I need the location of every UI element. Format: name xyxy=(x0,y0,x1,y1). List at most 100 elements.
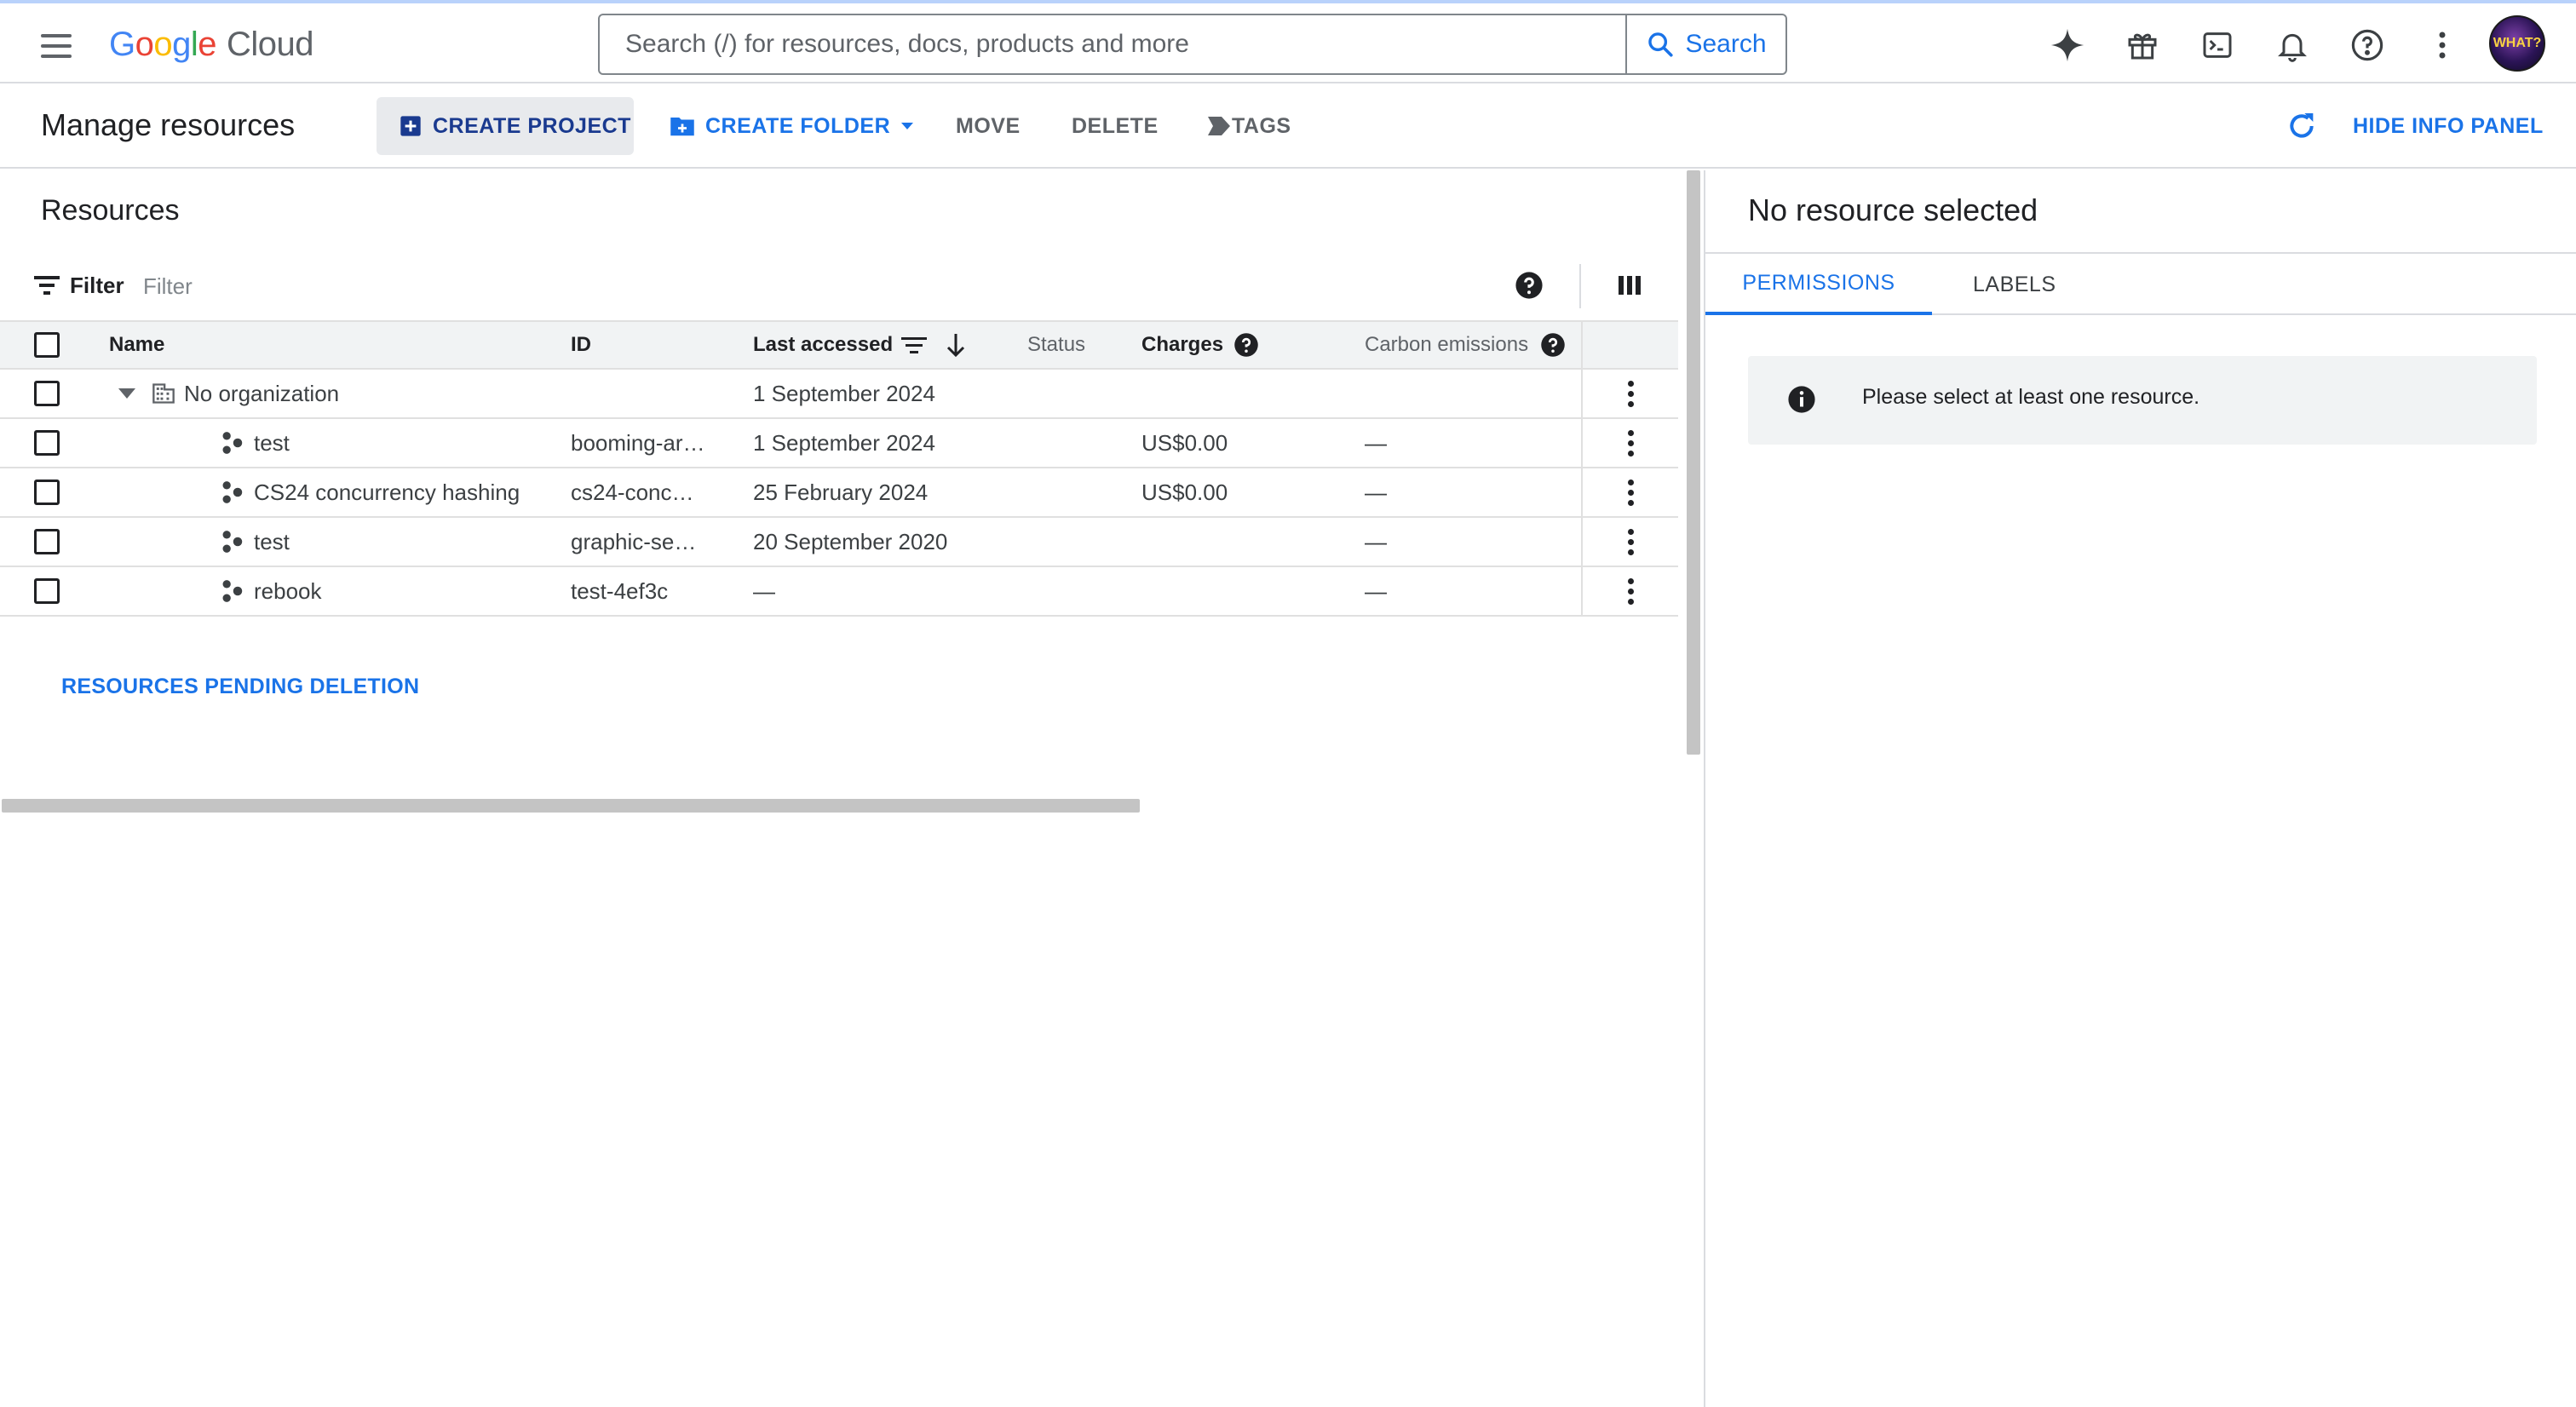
carbon-cell: — xyxy=(1365,429,1387,456)
notifications-bell-icon[interactable] xyxy=(2271,24,2314,66)
id-cell: booming-ar… xyxy=(571,429,705,456)
row-actions-menu[interactable] xyxy=(1581,567,1678,615)
table-row[interactable]: test booming-ar… 1 September 2024 US$0.0… xyxy=(0,419,1678,468)
project-icon xyxy=(222,580,243,602)
hamburger-icon[interactable] xyxy=(36,26,77,66)
more-vert-icon xyxy=(1627,380,1634,407)
column-header-status[interactable]: Status xyxy=(1027,322,1085,368)
column-display-icon[interactable] xyxy=(1617,273,1642,298)
select-all-checkbox-cell xyxy=(34,322,60,368)
table-row[interactable]: No organization 1 September 2024 xyxy=(0,370,1678,419)
row-checkbox-cell xyxy=(34,419,60,467)
create-folder-button[interactable]: CREATE FOLDER xyxy=(670,97,914,155)
resource-name-link[interactable]: No organization xyxy=(184,381,339,407)
more-vert-icon xyxy=(1627,528,1634,555)
filter-input[interactable] xyxy=(143,271,654,302)
sort-lines-icon xyxy=(901,337,928,353)
row-checkbox[interactable] xyxy=(34,480,60,505)
resource-name-link[interactable]: test xyxy=(254,529,290,555)
gift-icon[interactable] xyxy=(2121,24,2164,66)
tab-labels[interactable]: LABELS xyxy=(1973,254,2056,315)
more-vert-icon[interactable] xyxy=(2421,24,2464,66)
table-row[interactable]: rebook test-4ef3c — — xyxy=(0,567,1678,617)
tags-button[interactable]: TAGS xyxy=(1208,97,1291,155)
column-header-last-accessed[interactable]: Last accessed xyxy=(753,322,966,368)
column-header-charges[interactable]: Charges xyxy=(1141,322,1259,368)
row-actions-menu[interactable] xyxy=(1581,419,1678,467)
table-row[interactable]: CS24 concurrency hashing cs24-conc… 25 F… xyxy=(0,468,1678,518)
organization-building-icon xyxy=(152,383,175,404)
column-header-carbon-emissions[interactable]: Carbon emissions xyxy=(1365,322,1566,368)
resource-name-link[interactable]: test xyxy=(254,430,290,457)
resources-panel: Resources Filter Name ID Last accessed S… xyxy=(0,170,1700,1407)
filter-label: Filter xyxy=(70,273,124,298)
row-checkbox-cell xyxy=(34,518,60,566)
resources-table: Name ID Last accessed Status Charges Car… xyxy=(0,320,1678,617)
row-checkbox-cell xyxy=(34,370,60,417)
toolbar-divider xyxy=(1579,264,1581,308)
name-cell: test xyxy=(220,419,290,467)
search-button[interactable]: Search xyxy=(1625,15,1785,73)
row-actions-menu[interactable] xyxy=(1581,370,1678,417)
help-icon[interactable] xyxy=(1233,332,1259,358)
resources-pending-deletion-link[interactable]: RESOURCES PENDING DELETION xyxy=(61,675,419,699)
last-accessed-cell: 1 September 2024 xyxy=(753,380,935,406)
filter-bar: Filter xyxy=(0,264,1678,308)
top-app-bar: GoogleCloud Search WHAT? xyxy=(0,3,2576,83)
help-icon[interactable] xyxy=(2346,24,2389,66)
dropdown-arrow-icon xyxy=(901,123,914,129)
info-panel: No resource selected PERMISSIONS LABELS … xyxy=(1704,170,2576,1407)
row-actions-menu[interactable] xyxy=(1581,518,1678,566)
refresh-icon[interactable] xyxy=(2285,109,2319,143)
last-accessed-cell: — xyxy=(753,577,775,604)
search-bar: Search xyxy=(598,14,1787,75)
search-icon xyxy=(1648,32,1674,57)
help-icon[interactable] xyxy=(1515,271,1544,300)
row-actions-menu[interactable] xyxy=(1581,468,1678,516)
hide-info-panel-button[interactable]: HIDE INFO PANEL xyxy=(2353,97,2544,155)
add-box-icon xyxy=(400,116,421,136)
last-accessed-cell: 1 September 2024 xyxy=(753,429,935,456)
project-icon xyxy=(222,432,243,454)
delete-button[interactable]: DELETE xyxy=(1072,97,1159,155)
tag-icon xyxy=(1208,117,1230,135)
name-cell: No organization xyxy=(118,370,339,417)
cloud-shell-icon[interactable] xyxy=(2196,24,2239,66)
filter-icon xyxy=(34,276,60,295)
row-checkbox[interactable] xyxy=(34,578,60,604)
tab-permissions[interactable]: PERMISSIONS xyxy=(1705,254,1932,315)
move-button[interactable]: MOVE xyxy=(956,97,1021,155)
search-input[interactable] xyxy=(625,26,1647,63)
create-folder-icon xyxy=(670,118,694,136)
carbon-cell: — xyxy=(1365,479,1387,505)
page-title: Manage resources xyxy=(41,107,296,142)
resource-name-link[interactable]: rebook xyxy=(254,578,322,605)
info-panel-title: No resource selected xyxy=(1748,192,2038,227)
select-all-checkbox[interactable] xyxy=(34,332,60,358)
row-checkbox[interactable] xyxy=(34,529,60,554)
header-actions-cell xyxy=(1581,322,1678,368)
table-row[interactable]: test graphic-se… 20 September 2020 — xyxy=(0,518,1678,567)
more-vert-icon xyxy=(1627,577,1634,605)
last-accessed-cell: 20 September 2020 xyxy=(753,528,948,554)
action-toolbar: Manage resources CREATE PROJECT CREATE F… xyxy=(0,83,2576,169)
gemini-sparkle-icon[interactable] xyxy=(2046,24,2089,66)
info-message-box: Please select at least one resource. xyxy=(1748,356,2537,445)
google-cloud-logo[interactable]: Google Cloud xyxy=(109,22,314,66)
create-project-button[interactable]: CREATE PROJECT xyxy=(377,97,634,155)
column-header-id[interactable]: ID xyxy=(571,322,591,368)
row-checkbox[interactable] xyxy=(34,430,60,456)
vertical-scrollbar[interactable] xyxy=(1687,170,1700,755)
help-icon[interactable] xyxy=(1540,332,1566,358)
row-checkbox[interactable] xyxy=(34,381,60,406)
id-cell: graphic-se… xyxy=(571,528,697,554)
collapse-arrow-icon[interactable] xyxy=(118,388,136,399)
horizontal-scrollbar[interactable] xyxy=(2,799,1140,813)
sort-descending-arrow-icon[interactable] xyxy=(946,332,966,358)
account-avatar[interactable]: WHAT? xyxy=(2489,15,2545,72)
column-header-name[interactable]: Name xyxy=(109,322,164,368)
project-icon xyxy=(222,531,243,553)
more-vert-icon xyxy=(1627,429,1634,457)
resource-name-link[interactable]: CS24 concurrency hashing xyxy=(254,480,520,506)
row-checkbox-cell xyxy=(34,468,60,516)
